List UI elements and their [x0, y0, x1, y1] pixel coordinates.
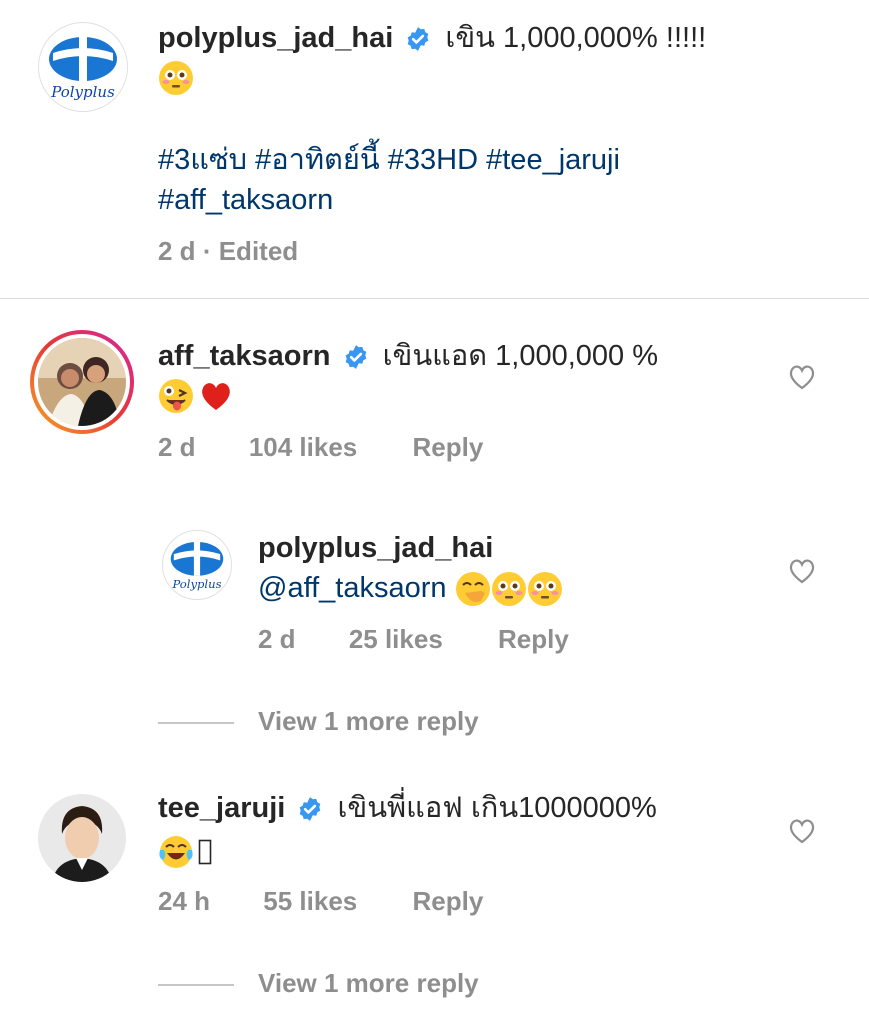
like-heart-icon[interactable] — [788, 364, 816, 390]
hashtag-link[interactable]: #3แซ่บ — [158, 144, 247, 176]
post-time: 2 d — [158, 236, 196, 266]
likes-count[interactable]: 104 likes — [249, 432, 357, 463]
hashtag-link[interactable]: #33HD — [388, 144, 478, 176]
reply-text-line: @aff_taksaorn — [258, 568, 563, 608]
comment-emojis — [158, 834, 212, 870]
polyplus-logo: Polyplus — [39, 23, 127, 111]
view-more-line — [158, 722, 234, 725]
comment-text: เขินแอด 1,000,000 % — [382, 340, 659, 372]
post-caption-text: เขิน 1,000,000% !!!!! — [445, 22, 707, 54]
post-hashtags: #3แซ่บ #อาทิตย์นี้ #33HD #tee_jaruji #af… — [158, 140, 758, 220]
profile-photo — [38, 794, 126, 882]
like-heart-icon[interactable] — [788, 558, 816, 584]
comment-username[interactable]: aff_taksaorn — [158, 340, 330, 372]
comment-meta: 24 h 55 likes Reply — [158, 886, 483, 917]
svg-text:Polyplus: Polyplus — [50, 83, 115, 101]
post-username[interactable]: polyplus_jad_hai — [158, 22, 393, 54]
reply-button[interactable]: Reply — [498, 624, 569, 655]
comment-line: tee_jaruji เขินพี่แอฟ เกิน1000000% — [158, 788, 657, 828]
verified-badge-icon — [300, 797, 321, 822]
zany-face-emoji — [159, 379, 193, 413]
post-meta: 2 d · Edited — [158, 236, 298, 267]
meta-separator: · — [202, 236, 212, 266]
polyplus-logo: Polyplus — [163, 531, 231, 599]
svg-text:Polyplus: Polyplus — [171, 577, 221, 591]
reply-time: 2 d — [258, 624, 296, 654]
hashtag-link[interactable]: #อาทิตย์นี้ — [255, 144, 380, 176]
profile-photo — [38, 338, 126, 426]
comment-avatar-story-ring[interactable] — [30, 330, 134, 434]
view-more-replies-button[interactable]: View 1 more reply — [158, 706, 479, 737]
verified-badge-icon — [345, 345, 366, 370]
view-more-replies-button[interactable]: View 1 more reply — [158, 968, 479, 999]
flushed-face-emoji — [527, 572, 562, 607]
missing-glyph-icon — [199, 839, 212, 865]
comment-line: aff_taksaorn เขินแอด 1,000,000 % — [158, 336, 658, 376]
reply-username[interactable]: polyplus_jad_hai — [258, 532, 493, 564]
reply-username-line: polyplus_jad_hai — [258, 528, 493, 568]
edited-label: Edited — [218, 236, 299, 266]
view-more-label: View 1 more reply — [258, 706, 479, 736]
post-caption-line: polyplus_jad_hai เขิน 1,000,000% !!!!! — [158, 18, 706, 58]
like-heart-icon[interactable] — [788, 818, 816, 844]
reply-avatar[interactable]: Polyplus — [162, 530, 232, 600]
red-heart-emoji — [202, 383, 231, 410]
post-avatar[interactable]: Polyplus — [38, 22, 128, 112]
likes-count[interactable]: 25 likes — [349, 624, 443, 655]
comment-text: เขินพี่แอฟ เกิน1000000% — [337, 792, 657, 824]
comment-time: 2 d — [158, 432, 196, 462]
likes-count[interactable]: 55 likes — [263, 886, 357, 917]
verified-badge-icon — [408, 27, 429, 52]
comment-emojis — [158, 378, 234, 414]
view-more-label: View 1 more reply — [258, 968, 479, 998]
comment-avatar[interactable] — [38, 794, 126, 882]
reply-button[interactable]: Reply — [412, 886, 483, 917]
reply-button[interactable]: Reply — [412, 432, 483, 463]
comment-meta: 2 d 104 likes Reply — [158, 432, 483, 463]
comment-username[interactable]: tee_jaruji — [158, 792, 285, 824]
tears-of-joy-face-emoji — [159, 836, 193, 868]
hand-over-mouth-face-emoji — [455, 572, 490, 607]
flushed-face-emoji — [158, 60, 194, 101]
hashtag-link[interactable]: #tee_jaruji — [486, 144, 620, 176]
comment-time: 24 h — [158, 886, 211, 916]
hashtag-link[interactable]: #aff_taksaorn — [158, 184, 333, 216]
caption-divider — [0, 298, 869, 299]
flushed-face-emoji — [491, 572, 526, 607]
view-more-line — [158, 984, 234, 987]
reply-meta: 2 d 25 likes Reply — [258, 624, 569, 655]
mention-link[interactable]: @aff_taksaorn — [258, 572, 447, 604]
